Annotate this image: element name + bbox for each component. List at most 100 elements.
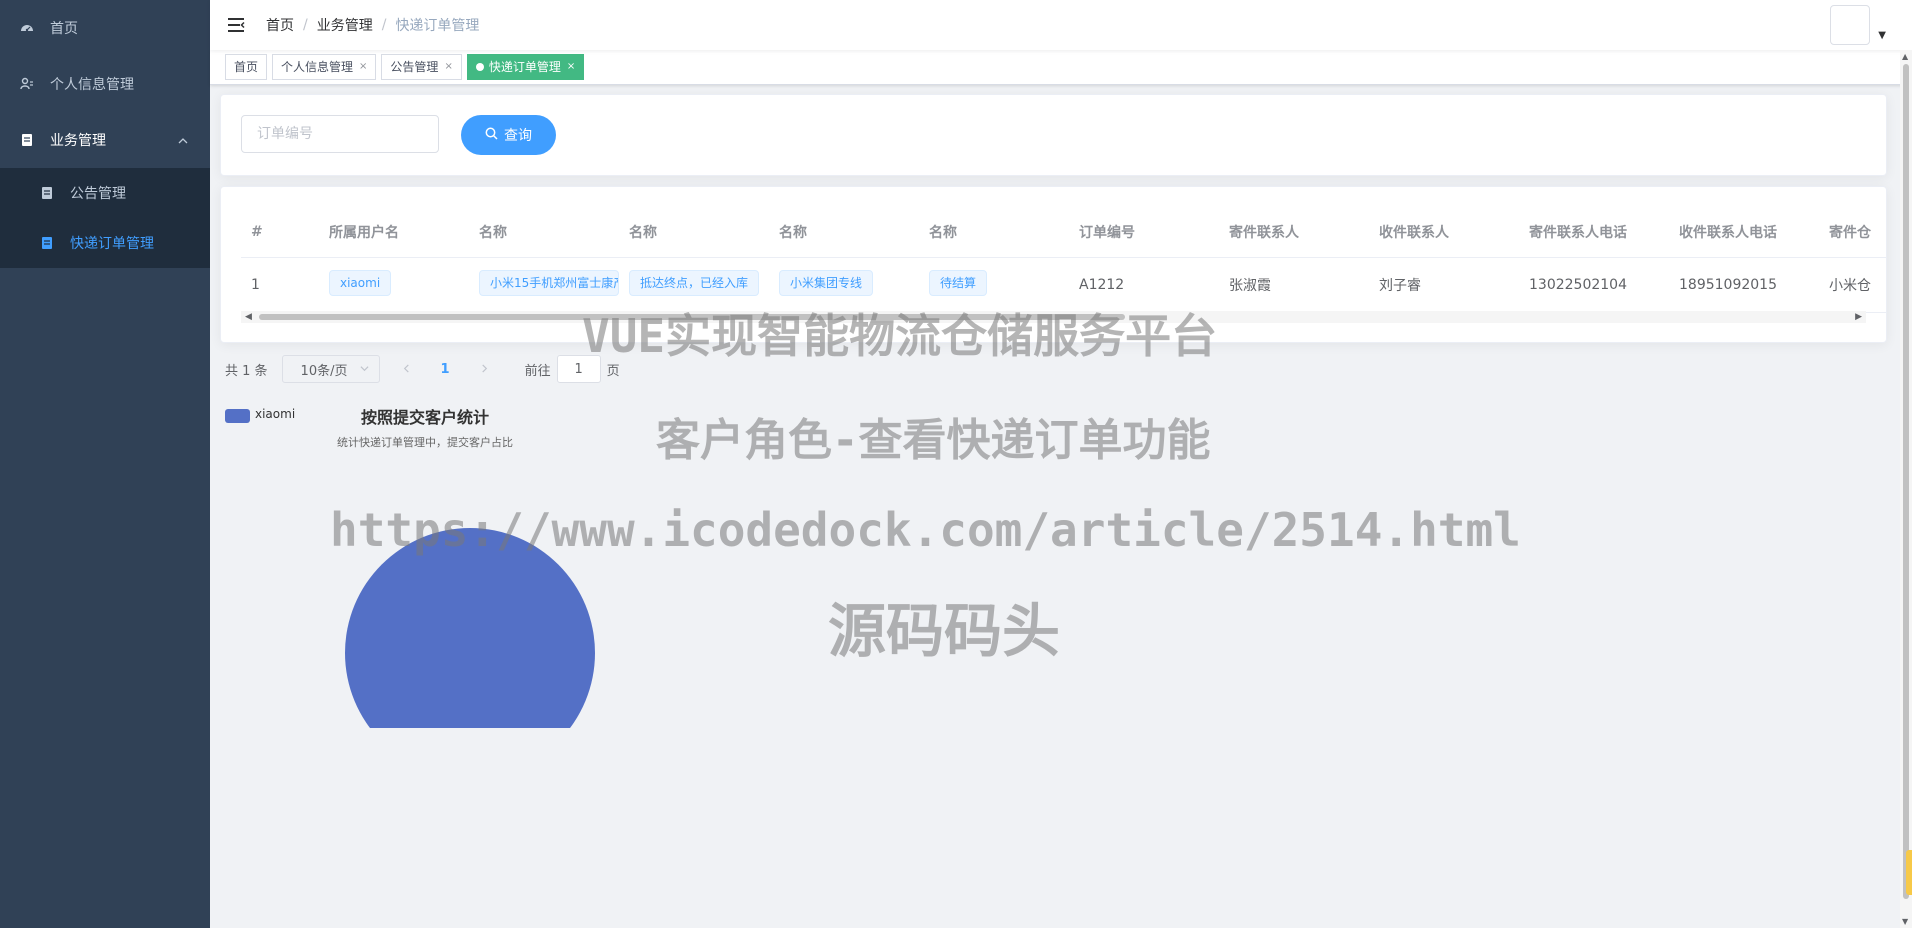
tab-label: 快递订单管理 xyxy=(489,55,561,79)
order-number: A1212 xyxy=(1069,277,1219,293)
order-number-input[interactable] xyxy=(241,115,439,153)
sender-phone: 13022502104 xyxy=(1519,277,1669,293)
warehouse: 小米仓 xyxy=(1819,275,1879,295)
column-header: 所属用户名 xyxy=(319,222,469,242)
column-header: 名称 xyxy=(619,222,769,242)
close-icon[interactable]: × xyxy=(567,55,575,79)
sidebar: 首页 个人信息管理 业务管理 公告管理 快递订单管理 xyxy=(0,0,210,928)
sidebar-item-label: 业务管理 xyxy=(50,130,106,150)
sidebar-item-label: 个人信息管理 xyxy=(50,74,134,94)
page-size-select[interactable]: 10条/页 xyxy=(282,355,380,383)
chevron-down-icon xyxy=(360,362,369,377)
page-jump-input[interactable] xyxy=(557,355,601,383)
orders-table: # 所属用户名 名称 名称 名称 名称 订单编号 寄件联系人 收件联系人 寄件联… xyxy=(241,207,1886,313)
receiver-phone: 18951092015 xyxy=(1669,277,1819,293)
scroll-up-icon[interactable]: ▲ xyxy=(1902,52,1908,61)
table-row[interactable]: 1 xiaomi 小米15手机郑州富士康产 抵达终点，已经入库 小米集团专线 待… xyxy=(241,258,1886,313)
scroll-right-icon[interactable]: ▶ xyxy=(1855,312,1862,322)
sender-name: 张淑霞 xyxy=(1219,275,1369,295)
scroll-left-icon[interactable]: ◀ xyxy=(245,312,252,322)
name-cell: 待结算 xyxy=(919,270,1069,300)
name-cell: 抵达终点，已经入库 xyxy=(619,270,769,300)
vertical-scrollbar[interactable]: ▲ ▼ xyxy=(1900,50,1912,928)
status-tag: 抵达终点，已经入库 xyxy=(629,270,759,296)
column-header: 寄件仓 xyxy=(1819,222,1879,242)
tab-profile[interactable]: 个人信息管理 × xyxy=(272,54,376,80)
orders-table-card: # 所属用户名 名称 名称 名称 名称 订单编号 寄件联系人 收件联系人 寄件联… xyxy=(220,186,1887,343)
tab-home[interactable]: 首页 xyxy=(225,54,267,80)
sidebar-item-notice[interactable]: 公告管理 xyxy=(0,168,210,218)
tab-express-orders[interactable]: 快递订单管理 × xyxy=(467,54,584,80)
close-icon[interactable]: × xyxy=(444,55,452,79)
query-button-label: 查询 xyxy=(504,125,532,145)
scrollbar-thumb[interactable] xyxy=(1903,64,1909,899)
sidebar-item-label: 首页 xyxy=(50,18,78,38)
scrollbar-thumb[interactable] xyxy=(259,314,1125,320)
tab-label: 个人信息管理 xyxy=(281,55,353,79)
total-count: 共 1 条 xyxy=(225,360,268,379)
sidebar-submenu: 公告管理 快递订单管理 xyxy=(0,168,210,268)
name-cell: 小米集团专线 xyxy=(769,270,919,300)
row-index: 1 xyxy=(241,277,319,293)
column-header: 收件联系人电话 xyxy=(1669,222,1819,242)
column-header: 收件联系人 xyxy=(1369,222,1519,242)
pie-slice[interactable] xyxy=(345,528,595,728)
tab-label: 首页 xyxy=(234,55,258,79)
column-header: 名称 xyxy=(919,222,1069,242)
query-button[interactable]: 查询 xyxy=(461,115,556,155)
breadcrumb-separator: / xyxy=(303,17,308,33)
page-suffix: 页 xyxy=(607,360,620,379)
sidebar-item-label: 快递订单管理 xyxy=(70,233,154,253)
customer-pie-chart: xiaomi 按照提交客户统计 统计快递订单管理中，提交客户占比 xiaomi xyxy=(210,398,910,928)
sidebar-item-express-orders[interactable]: 快递订单管理 xyxy=(0,218,210,268)
breadcrumb-home[interactable]: 首页 xyxy=(266,15,294,35)
next-page-button[interactable] xyxy=(480,362,489,377)
breadcrumb: 首页 / 业务管理 / 快递订单管理 xyxy=(266,15,479,35)
goto-label: 前往 xyxy=(525,360,551,379)
sidebar-item-label: 公告管理 xyxy=(70,183,126,203)
prev-page-button[interactable] xyxy=(402,362,411,377)
route-tag: 小米集团专线 xyxy=(779,270,873,296)
column-header: 寄件联系人电话 xyxy=(1519,222,1669,242)
breadcrumb-business[interactable]: 业务管理 xyxy=(317,15,373,35)
breadcrumb-current: 快递订单管理 xyxy=(395,15,479,35)
active-dot-icon xyxy=(476,63,484,71)
document-icon xyxy=(40,186,54,200)
chevron-up-icon xyxy=(178,134,188,150)
avatar[interactable] xyxy=(1830,5,1870,45)
tab-label: 公告管理 xyxy=(390,55,438,79)
tab-notice[interactable]: 公告管理 × xyxy=(381,54,461,80)
pagination: 共 1 条 10条/页 1 前往 页 xyxy=(225,354,620,384)
column-header: 寄件联系人 xyxy=(1219,222,1369,242)
table-header: # 所属用户名 名称 名称 名称 名称 订单编号 寄件联系人 收件联系人 寄件联… xyxy=(241,207,1886,258)
sidebar-item-home[interactable]: 首页 xyxy=(0,0,210,56)
name-cell: 小米15手机郑州富士康产 xyxy=(469,270,619,300)
column-header: 订单编号 xyxy=(1069,222,1219,242)
side-float-tab[interactable] xyxy=(1906,850,1912,895)
search-icon xyxy=(485,127,498,144)
hamburger-icon[interactable] xyxy=(226,15,246,35)
dashboard-icon xyxy=(20,21,34,35)
page-size-value: 10条/页 xyxy=(301,360,348,379)
scroll-down-icon[interactable]: ▼ xyxy=(1902,917,1908,926)
caret-down-icon[interactable]: ▼ xyxy=(1878,30,1886,41)
close-icon[interactable]: × xyxy=(359,55,367,79)
sidebar-item-business[interactable]: 业务管理 xyxy=(0,112,210,168)
column-header: 名称 xyxy=(469,222,619,242)
user-tag: xiaomi xyxy=(329,270,391,296)
chevron-right-icon xyxy=(480,364,489,373)
page-number[interactable]: 1 xyxy=(441,362,450,377)
horizontal-scrollbar[interactable]: ◀ ▶ xyxy=(241,311,1866,323)
document-icon xyxy=(20,133,34,147)
column-header: 名称 xyxy=(769,222,919,242)
sidebar-item-profile[interactable]: 个人信息管理 xyxy=(0,56,210,112)
search-card: 查询 xyxy=(220,94,1887,176)
main-content: 首页 / 业务管理 / 快递订单管理 ▼ 首页 个人信息管理 × 公告管理 × … xyxy=(210,0,1912,928)
pie-svg: xiaomi xyxy=(210,398,910,728)
chevron-left-icon xyxy=(402,364,411,373)
receiver-name: 刘子睿 xyxy=(1369,275,1519,295)
user-menu[interactable]: ▼ xyxy=(1830,5,1886,45)
user-cell: xiaomi xyxy=(319,270,469,300)
tags-view: 首页 个人信息管理 × 公告管理 × 快递订单管理 × xyxy=(210,50,1912,85)
settlement-tag: 待结算 xyxy=(929,270,987,296)
